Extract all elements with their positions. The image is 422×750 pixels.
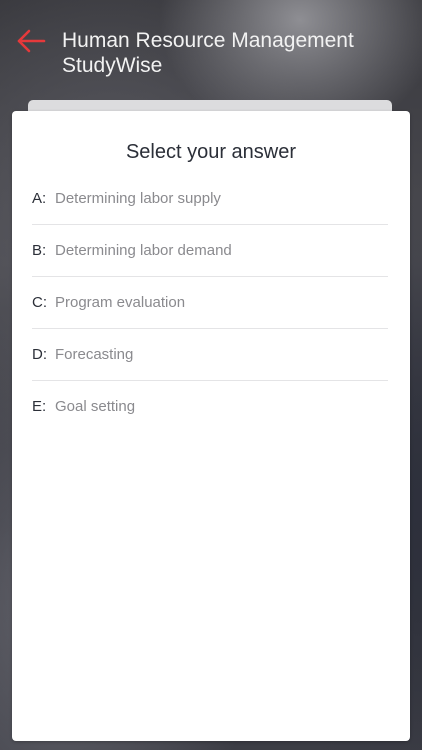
- answer-option-letter: B:: [32, 242, 47, 259]
- answer-option-text: Program evaluation: [55, 294, 186, 311]
- answer-option-letter: E:: [32, 398, 47, 415]
- answer-option-b[interactable]: B: Determining labor demand: [32, 225, 388, 277]
- answer-option-text: Determining labor demand: [55, 242, 232, 259]
- answer-option-letter: C:: [32, 294, 47, 311]
- answer-option-letter: D:: [32, 346, 47, 363]
- answer-card: Select your answer A: Determining labor …: [12, 111, 410, 741]
- question-prompt: Select your answer: [125, 141, 297, 163]
- header-bar: Human Resource Management StudyWise: [0, 0, 422, 100]
- answer-option-text: Forecasting: [55, 346, 134, 363]
- page-title: Human Resource Management StudyWise: [62, 29, 354, 77]
- answer-option-text: Goal setting: [55, 398, 136, 415]
- answer-option-letter: A:: [32, 190, 47, 207]
- answer-option-text: Determining labor supply: [55, 190, 221, 207]
- answer-option-a[interactable]: A: Determining labor supply: [32, 173, 388, 225]
- back-arrow-icon: [17, 29, 46, 53]
- answer-option-e[interactable]: E: Goal setting: [32, 381, 388, 432]
- answer-option-d[interactable]: D: Forecasting: [32, 329, 388, 381]
- answer-options-list: A: Determining labor supply B: Determini…: [32, 173, 388, 432]
- back-button[interactable]: [14, 26, 48, 56]
- answer-option-c[interactable]: C: Program evaluation: [32, 277, 388, 329]
